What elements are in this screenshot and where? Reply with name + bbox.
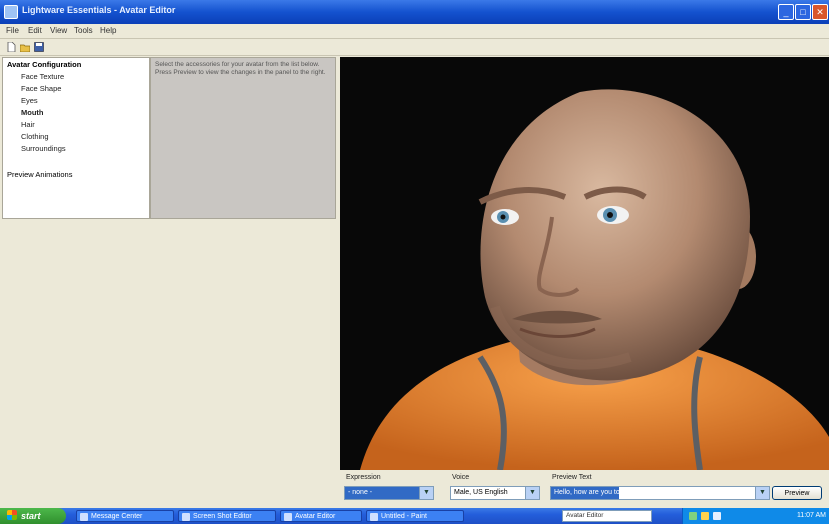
chevron-down-icon[interactable]: ▼ [419, 487, 433, 499]
close-button[interactable]: ✕ [812, 4, 828, 20]
preview-controls: Expression - none - ▼ Voice Male, US Eng… [340, 470, 829, 508]
tree-item-eyes[interactable]: Eyes [21, 96, 38, 105]
minimize-button[interactable]: _ [778, 4, 794, 20]
preview-text-combo[interactable]: Hello, how are you today? ▼ [550, 486, 770, 500]
preview-text-value: Hello, how are you today? [551, 487, 619, 499]
preview-button[interactable]: Preview [772, 486, 822, 500]
taskbar-item[interactable]: Screen Shot Editor [178, 510, 276, 522]
tree-item-hair[interactable]: Hair [21, 120, 35, 129]
start-label: start [21, 511, 41, 521]
menu-view[interactable]: View [50, 26, 67, 35]
open-icon[interactable] [20, 42, 30, 52]
window-title: Lightware Essentials - Avatar Editor [22, 5, 176, 15]
chevron-down-icon[interactable]: ▼ [755, 487, 769, 499]
avatar-viewport[interactable] [340, 57, 829, 470]
voice-label: Voice [452, 474, 470, 481]
voice-value: Male, US English [454, 489, 508, 496]
new-icon[interactable] [6, 42, 16, 52]
expression-label: Expression [346, 474, 381, 481]
title-bar[interactable]: Lightware Essentials - Avatar Editor _ □… [0, 0, 829, 24]
system-tray: 11:07 AM [682, 508, 829, 524]
menu-edit[interactable]: Edit [28, 26, 42, 35]
taskbar-item[interactable]: Avatar Editor [280, 510, 362, 522]
expression-value: - none - [345, 487, 419, 499]
network-icon[interactable] [689, 512, 697, 520]
menu-tools[interactable]: Tools [74, 26, 93, 35]
clock[interactable]: 11:07 AM [797, 512, 826, 519]
toolbar [0, 39, 829, 56]
menu-bar: File Edit View Tools Help [0, 24, 829, 39]
avatar-render [360, 89, 829, 470]
description-text: Select the accessories for your avatar f… [155, 61, 326, 76]
taskbar-item[interactable]: Message Center [76, 510, 174, 522]
app-icon [4, 5, 18, 19]
security-icon[interactable] [713, 512, 721, 520]
save-icon[interactable] [34, 42, 44, 52]
address-toolbar[interactable]: Avatar Editor [562, 510, 652, 522]
taskbar-item[interactable]: Untitled - Paint [366, 510, 464, 522]
taskbar: start Message Center Screen Shot Editor … [0, 508, 829, 524]
tree-item-face-texture[interactable]: Face Texture [21, 72, 64, 81]
voice-dropdown[interactable]: Male, US English ▼ [450, 486, 540, 500]
preview-text-label: Preview Text [552, 474, 592, 481]
menu-help[interactable]: Help [100, 26, 116, 35]
tree-item-surroundings[interactable]: Surroundings [21, 144, 66, 153]
chevron-down-icon[interactable]: ▼ [525, 487, 539, 499]
windows-logo-icon [7, 510, 17, 520]
maximize-button[interactable]: □ [795, 4, 811, 20]
tree-item-face-shape[interactable]: Face Shape [21, 84, 61, 93]
volume-icon[interactable] [701, 512, 709, 520]
tree-preview-animations[interactable]: Preview Animations [7, 170, 72, 179]
expression-dropdown[interactable]: - none - ▼ [344, 486, 434, 500]
description-panel: Select the accessories for your avatar f… [150, 57, 336, 219]
config-tree-panel: Avatar Configuration Face Texture Face S… [2, 57, 150, 219]
tree-root[interactable]: Avatar Configuration [7, 60, 81, 69]
tree-item-clothing[interactable]: Clothing [21, 132, 49, 141]
menu-file[interactable]: File [6, 26, 19, 35]
tree-item-mouth[interactable]: Mouth [21, 108, 44, 117]
start-button[interactable]: start [0, 508, 66, 524]
